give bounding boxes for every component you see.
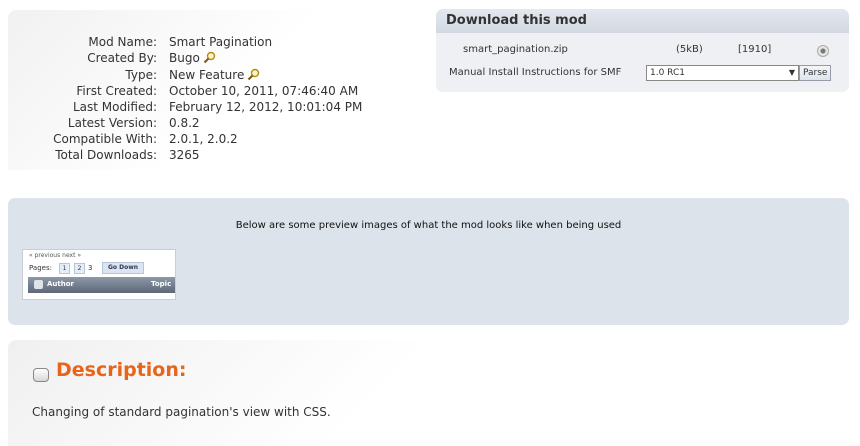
total-downloads-row: Total Downloads: 3265 xyxy=(8,147,422,163)
type-value[interactable]: New Feature xyxy=(169,68,244,82)
compatible-with-value: 2.0.1, 2.0.2 xyxy=(169,132,238,146)
description-icon xyxy=(33,368,49,382)
author-icon xyxy=(34,280,43,289)
last-modified-value: February 12, 2012, 10:01:04 PM xyxy=(169,100,363,114)
mod-name-value: Smart Pagination xyxy=(169,35,273,49)
preview-thumbnail[interactable]: « previous next » Pages: 1 2 3 Go Down A… xyxy=(22,249,176,300)
first-created-row: First Created: October 10, 2011, 07:46:4… xyxy=(8,83,422,99)
type-value-wrap: New Feature xyxy=(169,67,260,83)
thumb-go-down: Go Down xyxy=(102,262,144,274)
download-box: Download this mod smart_pagination.zip (… xyxy=(436,9,849,92)
file-radio[interactable] xyxy=(817,45,829,57)
created-by-value[interactable]: Bugo xyxy=(169,51,200,65)
created-by-label: Created By: xyxy=(87,51,157,65)
latest-version-label: Latest Version: xyxy=(67,116,157,130)
thumb-topic: Topic xyxy=(151,280,172,288)
mod-name-row: Mod Name: Smart Pagination xyxy=(8,34,422,50)
magnifier-icon[interactable] xyxy=(247,68,260,81)
created-by-row: Created By: Bugo xyxy=(8,50,422,66)
total-downloads-value: 3265 xyxy=(169,148,200,162)
chevron-down-icon: ▼ xyxy=(788,68,795,77)
preview-caption: Below are some preview images of what th… xyxy=(235,220,622,231)
thumb-pages-label: Pages: xyxy=(29,264,52,272)
mod-name-label: Mod Name: xyxy=(88,35,157,49)
first-created-label: First Created: xyxy=(76,84,157,98)
download-count: [1910] xyxy=(738,44,772,55)
thumb-prev-next: « previous next » xyxy=(29,252,82,259)
download-title: Download this mod xyxy=(436,9,849,33)
download-file-link[interactable]: smart_pagination.zip xyxy=(463,44,568,55)
type-label: Type: xyxy=(125,68,157,82)
total-downloads-label: Total Downloads: xyxy=(55,148,157,162)
smf-version-select[interactable]: 1.0 RC1 ▼ xyxy=(646,65,799,81)
thumb-page-1: 1 xyxy=(59,263,70,274)
created-by-value-wrap: Bugo xyxy=(169,50,216,66)
parse-button[interactable]: Parse xyxy=(799,65,832,81)
latest-version-row: Latest Version: 0.8.2 xyxy=(8,115,422,131)
preview-panel: Below are some preview images of what th… xyxy=(8,198,849,325)
first-created-value: October 10, 2011, 07:46:40 AM xyxy=(169,84,359,98)
thumb-page-2: 2 xyxy=(74,263,85,274)
description-panel: Description: Changing of standard pagina… xyxy=(8,340,849,446)
smf-version-selected: 1.0 RC1 xyxy=(650,68,685,78)
manual-install-label: Manual Install Instructions for SMF xyxy=(449,67,622,78)
description-text: Changing of standard pagination's view w… xyxy=(32,405,331,419)
thumb-author: Author xyxy=(47,280,74,288)
thumb-page-3: 3 xyxy=(88,264,93,272)
last-modified-label: Last Modified: xyxy=(72,100,157,114)
type-row: Type: New Feature xyxy=(8,67,422,83)
compatible-with-label: Compatible With: xyxy=(53,132,157,146)
download-file-size: (5kB) xyxy=(676,44,703,55)
compatible-with-row: Compatible With: 2.0.1, 2.0.2 xyxy=(8,131,422,147)
latest-version-value: 0.8.2 xyxy=(169,116,200,130)
mod-info-panel: Mod Name: Smart Pagination Created By: B… xyxy=(8,10,422,170)
description-title: Description: xyxy=(56,359,187,381)
last-modified-row: Last Modified: February 12, 2012, 10:01:… xyxy=(8,99,422,115)
magnifier-icon[interactable] xyxy=(203,51,216,64)
